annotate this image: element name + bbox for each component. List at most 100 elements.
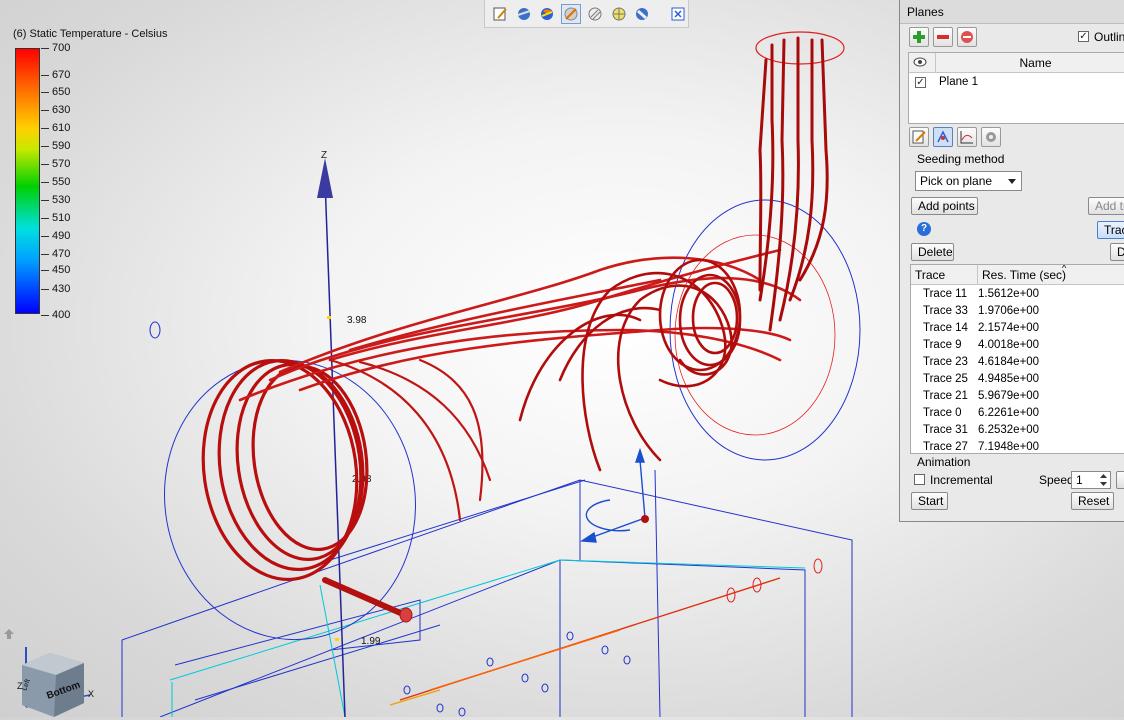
trace-tab[interactable] bbox=[933, 127, 953, 147]
z-axis-arrow bbox=[317, 158, 333, 198]
seeding-method-select[interactable]: Pick on plane bbox=[915, 171, 1022, 191]
plane-pen-icon[interactable] bbox=[561, 3, 581, 24]
trace-row[interactable]: Trace 23 4.6184e+00 bbox=[911, 354, 1124, 371]
add-trace-button[interactable]: Add tr bbox=[1088, 197, 1124, 215]
trace-name: Trace 21 bbox=[923, 390, 968, 402]
remove-all-button[interactable] bbox=[957, 27, 977, 47]
trace-row[interactable]: Trace 21 5.9679e+00 bbox=[911, 388, 1124, 405]
trace-row[interactable]: Trace 33 1.9706e+00 bbox=[911, 303, 1124, 320]
cube-axis-x: X bbox=[88, 689, 94, 699]
trace-row[interactable]: Trace 0 6.2261e+00 bbox=[911, 405, 1124, 422]
streamline-traces bbox=[201, 36, 829, 623]
plane-name: Plane 1 bbox=[939, 76, 979, 88]
settings-tab[interactable] bbox=[981, 127, 1001, 147]
help-icon[interactable]: ? bbox=[917, 222, 931, 236]
plane-circle-outlet bbox=[669, 199, 861, 461]
trace-button[interactable]: Trac bbox=[1097, 221, 1124, 239]
trace-row[interactable]: Trace 14 2.1574e+00 bbox=[911, 320, 1124, 337]
edit-plane-tab[interactable] bbox=[909, 127, 929, 147]
trace-row[interactable]: Trace 25 4.9485e+00 bbox=[911, 371, 1124, 388]
colored-sphere-icon[interactable] bbox=[538, 4, 558, 24]
cube-axis-z: Z bbox=[17, 681, 23, 691]
legend-tick: 510 bbox=[40, 212, 71, 224]
add-plane-button[interactable] bbox=[909, 27, 929, 47]
add-points-button[interactable]: Add points bbox=[911, 197, 978, 215]
trace-row[interactable]: Trace 27 7.1948e+00 bbox=[911, 439, 1124, 453]
trace-name: Trace 0 bbox=[923, 407, 962, 419]
hatch-sphere-icon[interactable] bbox=[585, 4, 605, 24]
legend-tick: 610 bbox=[40, 122, 71, 134]
trace-time: 2.1574e+00 bbox=[978, 322, 1040, 334]
trace-name: Trace 25 bbox=[923, 373, 968, 385]
trace-time: 5.9679e+00 bbox=[978, 390, 1040, 402]
trace-time: 6.2261e+00 bbox=[978, 407, 1040, 419]
trace-row[interactable]: Trace 9 4.0018e+00 bbox=[911, 337, 1124, 354]
dimension-label-bottom: 1.99 bbox=[361, 636, 381, 647]
delete-all-button[interactable]: De bbox=[1110, 243, 1124, 261]
panel-title: Planes bbox=[900, 0, 1124, 24]
delete-button[interactable]: Delete bbox=[911, 243, 954, 261]
legend-tick: 570 bbox=[40, 158, 71, 170]
legend-tick: 400 bbox=[40, 309, 71, 321]
geometry-wireframe bbox=[121, 469, 853, 718]
grid-sphere-icon[interactable] bbox=[609, 4, 629, 24]
fit-view-icon[interactable] bbox=[668, 4, 688, 24]
trace-time: 4.6184e+00 bbox=[978, 356, 1040, 368]
temperature-color-bar bbox=[15, 48, 40, 314]
plane-manipulator bbox=[579, 447, 646, 543]
overflow-button[interactable] bbox=[1116, 471, 1124, 489]
time-column-label: Res. Time (sec) bbox=[982, 268, 1067, 282]
trace-row[interactable]: Trace 11 1.5612e+00 bbox=[911, 286, 1124, 303]
legend-title: (6) Static Temperature - Celsius bbox=[13, 28, 168, 40]
chart-icon bbox=[960, 131, 973, 144]
speed-label: Speed bbox=[1039, 473, 1074, 487]
dimension-label-top: 3.98 bbox=[347, 315, 367, 326]
trace-name: Trace 31 bbox=[923, 424, 968, 436]
trace-name: Trace 11 bbox=[923, 288, 968, 300]
legend-tick: 650 bbox=[40, 86, 71, 98]
trace-time: 1.9706e+00 bbox=[978, 305, 1040, 317]
legend-tick: 630 bbox=[40, 104, 71, 116]
chevron-down-icon bbox=[1008, 179, 1016, 184]
sort-ascending-icon: ^ bbox=[1062, 264, 1067, 273]
trace-name: Trace 33 bbox=[923, 305, 968, 317]
home-view-icon[interactable] bbox=[3, 628, 15, 640]
view-cube[interactable]: Bottom Left X Z bbox=[12, 645, 102, 717]
time-column-header[interactable]: Res. Time (sec) ^ bbox=[977, 265, 1124, 285]
incremental-label: Incremental bbox=[930, 473, 993, 487]
reset-button[interactable]: Reset bbox=[1071, 492, 1114, 510]
trace-name: Trace 14 bbox=[923, 322, 968, 334]
trace-icon bbox=[937, 130, 949, 143]
outline-checkbox[interactable]: ✓ bbox=[1078, 31, 1089, 42]
plane-visible-checkbox[interactable]: ✓ bbox=[915, 77, 926, 88]
planes-list: Name ✓ Plane 1 bbox=[908, 52, 1124, 124]
shaded-sphere-icon[interactable] bbox=[514, 4, 534, 24]
plane-row[interactable]: ✓ Plane 1 bbox=[909, 74, 1124, 91]
outline-label: Outline bbox=[1094, 30, 1124, 44]
trace-table: Trace Res. Time (sec) ^ Trace 11 1.5612e+… bbox=[910, 264, 1124, 454]
glass-sphere-icon[interactable] bbox=[633, 4, 653, 24]
edit-icon[interactable] bbox=[490, 4, 510, 24]
eye-icon bbox=[913, 57, 927, 67]
trace-time: 6.2532e+00 bbox=[978, 424, 1040, 436]
legend-tick: 430 bbox=[40, 283, 71, 295]
trace-column-header[interactable]: Trace bbox=[911, 265, 977, 285]
legend-tick: 550 bbox=[40, 176, 71, 188]
minus-icon bbox=[937, 35, 949, 39]
gear-icon bbox=[986, 132, 996, 142]
legend-tick: 490 bbox=[40, 230, 71, 242]
legend-tick: 470 bbox=[40, 248, 71, 260]
planes-panel: Planes ✓ Outline Name ✓ Plane 1 Seeding … bbox=[899, 0, 1124, 522]
z-axis-label: Z bbox=[321, 150, 327, 161]
edit-icon bbox=[912, 130, 926, 144]
trace-row[interactable]: Trace 31 6.2532e+00 bbox=[911, 422, 1124, 439]
trace-name: Trace 9 bbox=[923, 339, 962, 351]
incremental-checkbox[interactable] bbox=[914, 474, 925, 485]
chart-tab[interactable] bbox=[957, 127, 977, 147]
start-button[interactable]: Start bbox=[911, 492, 948, 510]
viewport-toolbar bbox=[484, 0, 689, 28]
legend-tick: 530 bbox=[40, 194, 71, 206]
remove-plane-button[interactable] bbox=[933, 27, 953, 47]
remove-all-icon bbox=[961, 31, 973, 43]
speed-input[interactable]: 1 bbox=[1071, 471, 1111, 489]
